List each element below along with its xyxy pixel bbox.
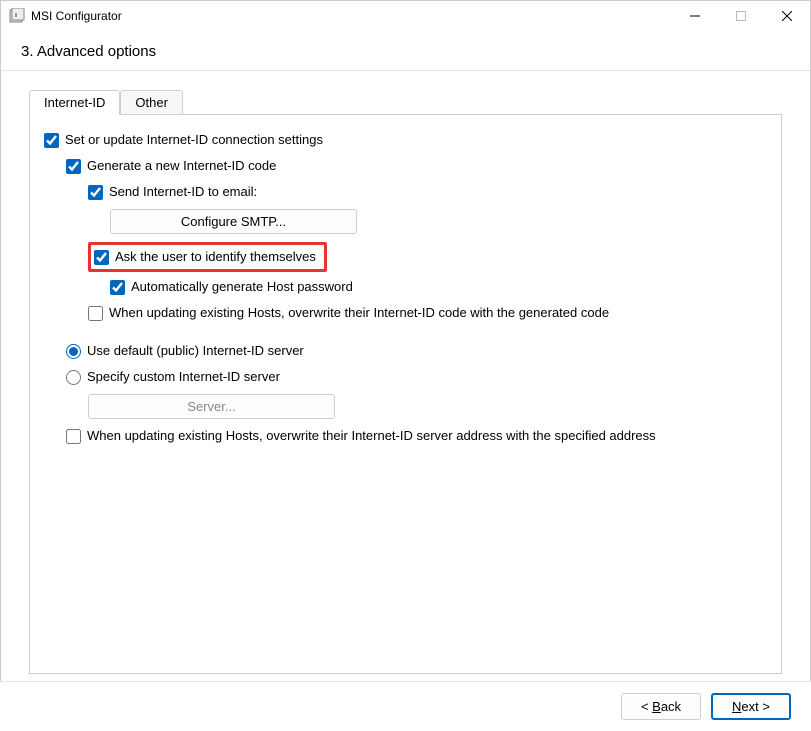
row-specify-custom: Specify custom Internet-ID server — [66, 368, 767, 386]
next-button[interactable]: Next > — [711, 693, 791, 720]
checkbox-overwrite-code[interactable] — [88, 306, 103, 321]
app-icon — [9, 8, 25, 24]
maximize-button — [718, 1, 764, 31]
row-generate-code: Generate a new Internet-ID code — [66, 157, 767, 175]
titlebar: MSI Configurator — [1, 1, 810, 31]
highlight-box: Ask the user to identify themselves — [88, 242, 327, 272]
checkbox-set-update[interactable] — [44, 133, 59, 148]
label-generate-code: Generate a new Internet-ID code — [87, 157, 276, 175]
row-server-input: Server... — [88, 394, 767, 419]
label-set-update: Set or update Internet-ID connection set… — [65, 131, 323, 149]
row-configure-smtp: Configure SMTP... — [110, 209, 767, 234]
row-send-email: Send Internet-ID to email: — [88, 183, 767, 201]
tab-internet-id[interactable]: Internet-ID — [29, 90, 120, 115]
row-use-default-server: Use default (public) Internet-ID server — [66, 342, 767, 360]
spacer — [44, 330, 767, 342]
checkbox-send-email[interactable] — [88, 185, 103, 200]
radio-default-server[interactable] — [66, 344, 81, 359]
label-ask-identify: Ask the user to identify themselves — [115, 248, 316, 266]
label-auto-password: Automatically generate Host password — [131, 278, 353, 296]
highlight-wrap: Ask the user to identify themselves — [88, 242, 767, 278]
radio-custom-server[interactable] — [66, 370, 81, 385]
window-title: MSI Configurator — [31, 9, 672, 23]
checkbox-ask-identify[interactable] — [94, 250, 109, 265]
row-overwrite-address: When updating existing Hosts, overwrite … — [66, 427, 767, 445]
content-area: Internet-ID Other Set or update Internet… — [1, 71, 810, 674]
close-button[interactable] — [764, 1, 810, 31]
configure-smtp-button[interactable]: Configure SMTP... — [110, 209, 357, 234]
label-default-server: Use default (public) Internet-ID server — [87, 342, 304, 360]
row-overwrite-code: When updating existing Hosts, overwrite … — [88, 304, 767, 322]
label-overwrite-address: When updating existing Hosts, overwrite … — [87, 427, 656, 445]
checkbox-auto-password[interactable] — [110, 280, 125, 295]
tab-strip: Internet-ID Other — [29, 90, 782, 115]
tab-other[interactable]: Other — [120, 90, 183, 115]
label-custom-server: Specify custom Internet-ID server — [87, 368, 280, 386]
label-overwrite-code: When updating existing Hosts, overwrite … — [109, 304, 609, 322]
footer: < Back Next > — [0, 681, 811, 731]
checkbox-generate-code[interactable] — [66, 159, 81, 174]
row-ask-identify: Ask the user to identify themselves — [94, 248, 316, 266]
row-auto-password: Automatically generate Host password — [110, 278, 767, 296]
back-button[interactable]: < Back — [621, 693, 701, 720]
page-subtitle: 3. Advanced options — [1, 31, 810, 70]
row-set-update: Set or update Internet-ID connection set… — [44, 131, 767, 149]
server-input: Server... — [88, 394, 335, 419]
tab-panel: Set or update Internet-ID connection set… — [29, 114, 782, 674]
checkbox-overwrite-address[interactable] — [66, 429, 81, 444]
label-send-email: Send Internet-ID to email: — [109, 183, 257, 201]
minimize-button[interactable] — [672, 1, 718, 31]
